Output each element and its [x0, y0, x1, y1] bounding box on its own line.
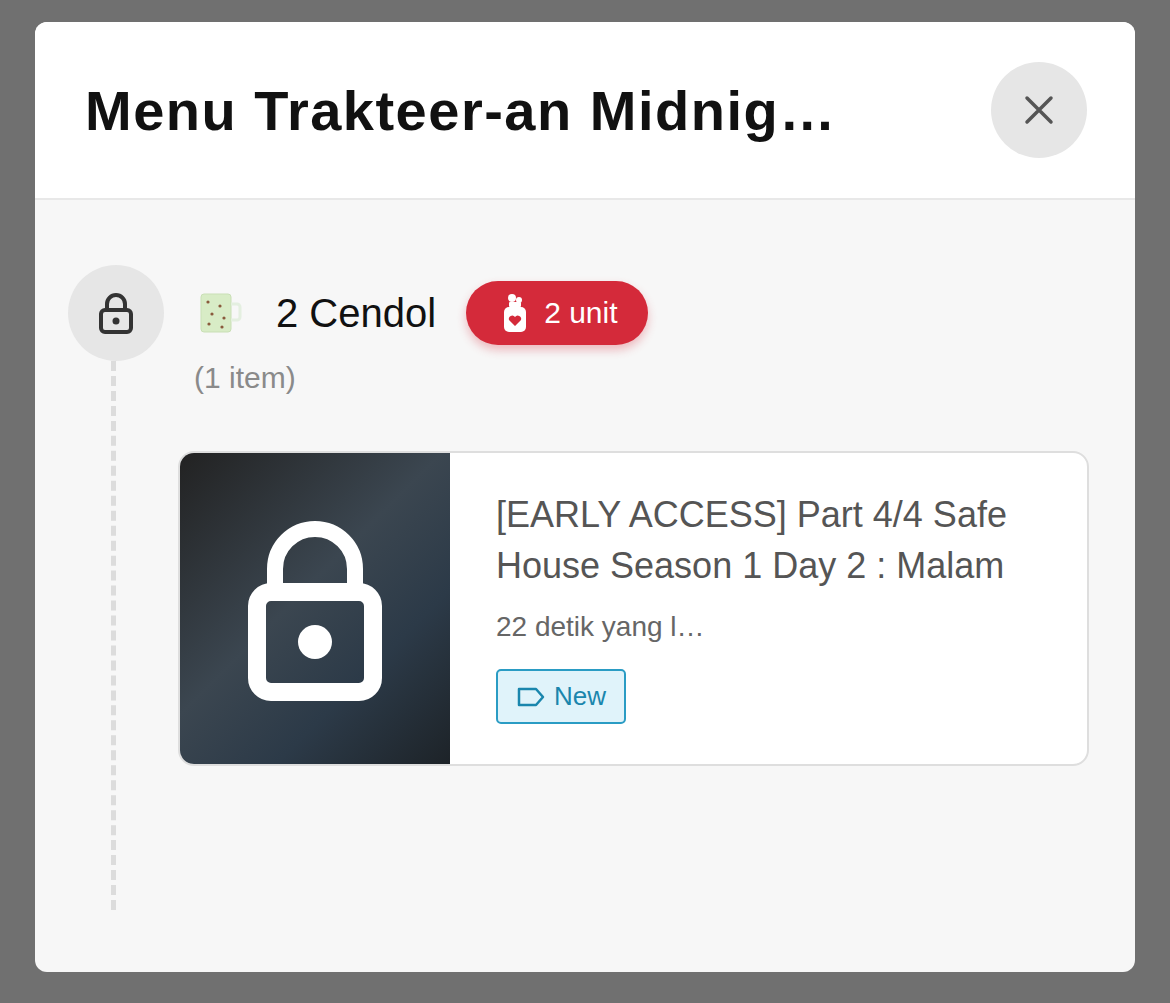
close-button[interactable]	[991, 62, 1087, 158]
tier: 2 Cendol 2 unit (1 item) [EARLY ACCESS] …	[68, 265, 1089, 910]
item-thumbnail	[180, 453, 450, 764]
tier-name: 2 Cendol	[276, 291, 436, 336]
cendol-icon	[198, 290, 242, 336]
lock-icon	[240, 514, 390, 704]
item-count: (1 item)	[194, 361, 1089, 395]
item-details: [EARLY ACCESS] Part 4/4 Safe House Seaso…	[450, 453, 1087, 764]
modal-title: Menu Trakteer-an Midnig…	[85, 78, 975, 143]
timeline-line	[111, 361, 116, 910]
close-icon	[1023, 94, 1055, 126]
lock-icon	[96, 291, 136, 335]
tag-list: New	[496, 669, 1047, 724]
modal-body: 2 Cendol 2 unit (1 item) [EARLY ACCESS] …	[35, 200, 1135, 972]
unit-count: 2 unit	[544, 296, 617, 330]
backdrop: Menu Trakteer-an Midnig… 2 Cendol 2 unit…	[0, 0, 1170, 1003]
tag: New	[496, 669, 626, 724]
timeline-rail	[68, 265, 164, 910]
modal-header: Menu Trakteer-an Midnig…	[35, 22, 1135, 200]
tier-header: 2 Cendol 2 unit	[194, 265, 1089, 361]
tier-content: 2 Cendol 2 unit (1 item) [EARLY ACCESS] …	[194, 265, 1089, 910]
tier-status	[68, 265, 164, 361]
item-description: 22 detik yang l…	[496, 611, 1047, 643]
bottle-icon	[500, 293, 530, 333]
item-title: [EARLY ACCESS] Part 4/4 Safe House Seaso…	[496, 489, 1047, 591]
unit-badge: 2 unit	[466, 281, 647, 345]
tag-icon	[516, 686, 546, 708]
item-card[interactable]: [EARLY ACCESS] Part 4/4 Safe House Seaso…	[178, 451, 1089, 766]
tag-label: New	[554, 681, 606, 712]
modal: Menu Trakteer-an Midnig… 2 Cendol 2 unit…	[35, 22, 1135, 972]
